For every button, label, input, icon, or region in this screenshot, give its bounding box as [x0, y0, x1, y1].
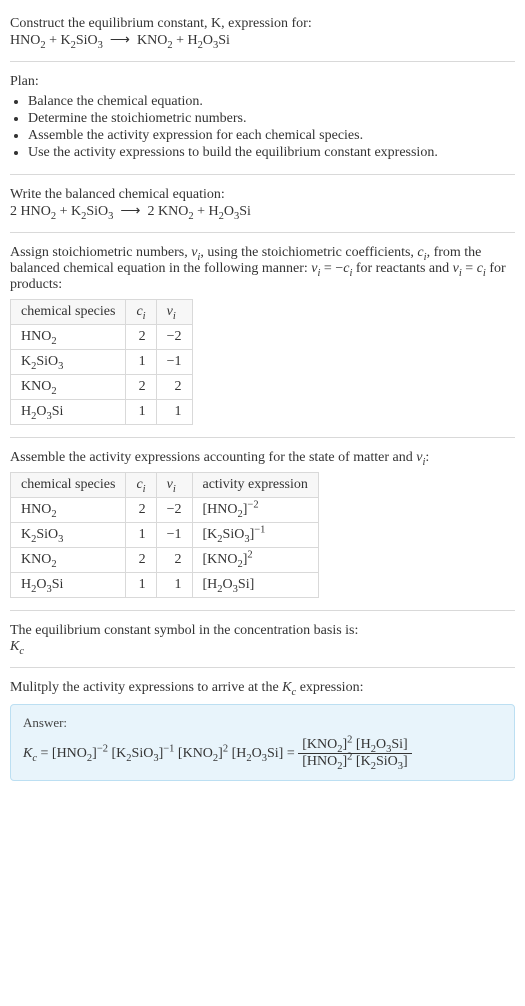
- stoich-intro: Assign stoichiometric numbers, νi, using…: [10, 245, 515, 293]
- cell-nui: −2: [156, 498, 192, 523]
- table-row: HNO2 2 −2 [HNO2]−2: [11, 498, 319, 523]
- balanced-section: Write the balanced chemical equation: 2 …: [10, 179, 515, 228]
- cell-ci: 2: [126, 375, 156, 400]
- cell-activity: [H2O3Si]: [192, 573, 318, 598]
- table-row: HNO2 2 −2: [11, 325, 193, 350]
- stoich-table: chemical species ci νi HNO2 2 −2 K2SiO3 …: [10, 299, 193, 425]
- answer-equation: Kc = [HNO2]−2 [K2SiO3]−1 [KNO2]2 [H2O3Si…: [23, 737, 502, 770]
- col-nui: νi: [156, 300, 192, 325]
- cell-species: K2SiO3: [11, 523, 126, 548]
- cell-ci: 2: [126, 548, 156, 573]
- kc-symbol: Kc: [10, 639, 515, 655]
- cell-activity: [K2SiO3]−1: [192, 523, 318, 548]
- cell-nui: 2: [156, 548, 192, 573]
- cell-species: K2SiO3: [11, 350, 126, 375]
- cell-species: KNO2: [11, 548, 126, 573]
- cell-ci: 1: [126, 523, 156, 548]
- cell-nui: −2: [156, 325, 192, 350]
- fraction-numerator: [KNO2]2 [H2O3Si]: [298, 737, 411, 754]
- answer-label: Answer:: [23, 715, 502, 731]
- col-nui: νi: [156, 473, 192, 498]
- cell-ci: 2: [126, 325, 156, 350]
- cell-nui: 1: [156, 400, 192, 425]
- plan-item: Determine the stoichiometric numbers.: [28, 111, 515, 127]
- kc-symbol-section: The equilibrium constant symbol in the c…: [10, 615, 515, 663]
- cell-activity: [KNO2]2: [192, 548, 318, 573]
- cell-ci: 1: [126, 573, 156, 598]
- answer-fraction: [KNO2]2 [H2O3Si] [HNO2]2 [K2SiO3]: [298, 737, 411, 770]
- plan-list: Balance the chemical equation. Determine…: [10, 94, 515, 161]
- col-activity: activity expression: [192, 473, 318, 498]
- answer-lhs: Kc = [HNO2]−2 [K2SiO3]−1 [KNO2]2 [H2O3Si…: [23, 746, 298, 761]
- cell-species: H2O3Si: [11, 573, 126, 598]
- table-row: K2SiO3 1 −1: [11, 350, 193, 375]
- activity-intro: Assemble the activity expressions accoun…: [10, 450, 515, 466]
- plan-section: Plan: Balance the chemical equation. Det…: [10, 66, 515, 170]
- stoich-section: Assign stoichiometric numbers, νi, using…: [10, 237, 515, 433]
- divider: [10, 232, 515, 233]
- cell-species: HNO2: [11, 498, 126, 523]
- plan-title: Plan:: [10, 74, 515, 90]
- col-species: chemical species: [11, 300, 126, 325]
- intro-line: Construct the equilibrium constant, K, e…: [10, 16, 515, 32]
- table-header-row: chemical species ci νi activity expressi…: [11, 473, 319, 498]
- table-row: H2O3Si 1 1: [11, 400, 193, 425]
- cell-ci: 1: [126, 350, 156, 375]
- divider: [10, 174, 515, 175]
- plan-item: Balance the chemical equation.: [28, 94, 515, 110]
- table-row: KNO2 2 2 [KNO2]2: [11, 548, 319, 573]
- plan-item: Use the activity expressions to build th…: [28, 145, 515, 161]
- cell-ci: 2: [126, 498, 156, 523]
- plan-item: Assemble the activity expression for eac…: [28, 128, 515, 144]
- cell-species: KNO2: [11, 375, 126, 400]
- balanced-title: Write the balanced chemical equation:: [10, 187, 515, 203]
- table-row: KNO2 2 2: [11, 375, 193, 400]
- cell-species: HNO2: [11, 325, 126, 350]
- fraction-denominator: [HNO2]2 [K2SiO3]: [298, 754, 411, 770]
- kc-symbol-line: The equilibrium constant symbol in the c…: [10, 623, 515, 639]
- divider: [10, 61, 515, 62]
- cell-ci: 1: [126, 400, 156, 425]
- table-header-row: chemical species ci νi: [11, 300, 193, 325]
- cell-nui: 1: [156, 573, 192, 598]
- table-row: K2SiO3 1 −1 [K2SiO3]−1: [11, 523, 319, 548]
- divider: [10, 667, 515, 668]
- col-species: chemical species: [11, 473, 126, 498]
- table-row: H2O3Si 1 1 [H2O3Si]: [11, 573, 319, 598]
- cell-nui: −1: [156, 523, 192, 548]
- activity-section: Assemble the activity expressions accoun…: [10, 442, 515, 606]
- intro-equation: HNO2 + K2SiO3 ⟶ KNO2 + H2O3Si: [10, 32, 515, 49]
- divider: [10, 610, 515, 611]
- col-ci: ci: [126, 473, 156, 498]
- intro-section: Construct the equilibrium constant, K, e…: [10, 8, 515, 57]
- cell-nui: −1: [156, 350, 192, 375]
- multiply-section: Mulitply the activity expressions to arr…: [10, 672, 515, 789]
- col-ci: ci: [126, 300, 156, 325]
- answer-box: Answer: Kc = [HNO2]−2 [K2SiO3]−1 [KNO2]2…: [10, 704, 515, 781]
- divider: [10, 437, 515, 438]
- balanced-equation: 2 HNO2 + K2SiO3 ⟶ 2 KNO2 + H2O3Si: [10, 203, 515, 220]
- cell-nui: 2: [156, 375, 192, 400]
- multiply-intro: Mulitply the activity expressions to arr…: [10, 680, 515, 696]
- activity-table: chemical species ci νi activity expressi…: [10, 472, 319, 598]
- cell-species: H2O3Si: [11, 400, 126, 425]
- cell-activity: [HNO2]−2: [192, 498, 318, 523]
